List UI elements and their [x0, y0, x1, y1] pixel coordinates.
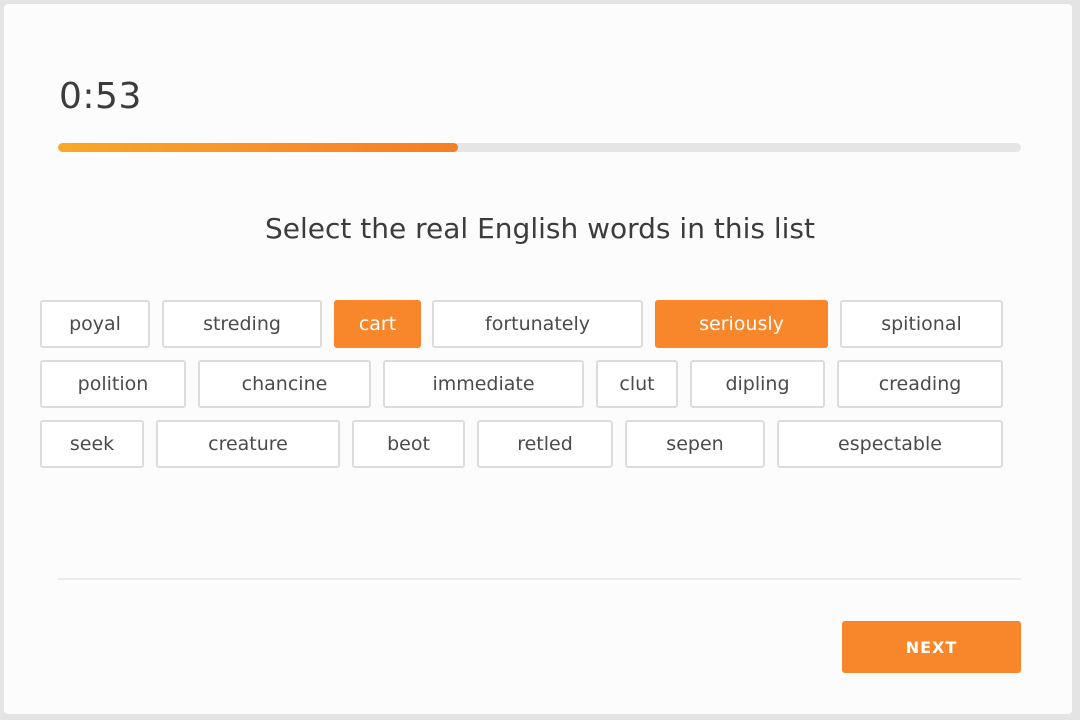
word-tile[interactable]: retled [477, 420, 613, 468]
word-tile[interactable]: seek [40, 420, 144, 468]
quiz-card: 0:53 Select the real English words in th… [4, 4, 1072, 714]
word-tile[interactable]: immediate [383, 360, 584, 408]
word-tile[interactable]: polition [40, 360, 186, 408]
word-tile[interactable]: dipling [690, 360, 825, 408]
word-tile[interactable]: fortunately [432, 300, 643, 348]
word-tile[interactable]: creature [156, 420, 340, 468]
word-tile[interactable]: espectable [777, 420, 1003, 468]
progress-bar-fill [58, 143, 458, 152]
word-tile[interactable]: beot [352, 420, 465, 468]
word-tile[interactable]: poyal [40, 300, 150, 348]
word-tile[interactable]: clut [596, 360, 678, 408]
word-tile[interactable]: chancine [198, 360, 371, 408]
timer: 0:53 [59, 76, 142, 117]
next-button[interactable]: NEXT [842, 621, 1021, 673]
footer-divider [58, 578, 1021, 580]
progress-bar [58, 143, 1021, 152]
word-tile[interactable]: creading [837, 360, 1003, 408]
question-prompt: Select the real English words in this li… [265, 212, 815, 245]
word-tile[interactable]: cart [334, 300, 421, 348]
word-tile[interactable]: sepen [625, 420, 765, 468]
word-tile[interactable]: streding [162, 300, 322, 348]
word-tile[interactable]: seriously [655, 300, 828, 348]
word-tile[interactable]: spitional [840, 300, 1003, 348]
